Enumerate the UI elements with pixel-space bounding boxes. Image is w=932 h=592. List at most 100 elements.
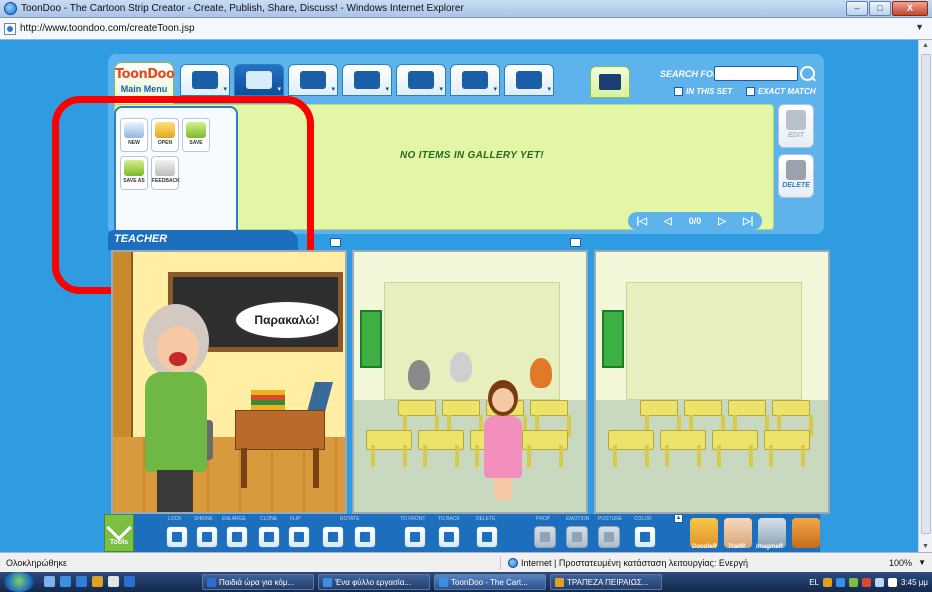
scroll-thumb[interactable]: [921, 54, 931, 534]
search-input[interactable]: [714, 66, 798, 81]
task-item-active[interactable]: ToonDoo - The Cart...: [434, 574, 546, 590]
zoom-dropdown-icon[interactable]: ▼: [918, 558, 926, 567]
clone-button[interactable]: [258, 526, 280, 548]
next-page-icon[interactable]: ▷: [718, 216, 726, 227]
my-characters-icon: [599, 74, 621, 90]
emotion-button[interactable]: [566, 526, 588, 548]
clone-label: CLONE: [260, 516, 278, 522]
edit-button[interactable]: EDIT: [778, 104, 814, 148]
network-icon[interactable]: [874, 577, 884, 587]
tab-speech-bubbles[interactable]: ▾: [342, 64, 392, 96]
tray-icon[interactable]: [835, 577, 845, 587]
new-button[interactable]: NEW: [120, 118, 148, 152]
scroll-down-icon[interactable]: ▼: [922, 543, 929, 550]
in-this-set-option[interactable]: IN THIS SET: [674, 87, 732, 96]
status-text: Ολοκληρώθηκε: [6, 557, 68, 568]
flip-button[interactable]: [288, 526, 310, 548]
doodler-label: DoodleR: [692, 544, 717, 550]
security-zone[interactable]: Internet | Προστατευμένη κατάσταση λειτο…: [508, 557, 748, 568]
open-button[interactable]: OPEN: [151, 118, 179, 152]
toolbar-collapse-toggle[interactable]: ▲: [674, 514, 683, 523]
shrink-button[interactable]: [196, 526, 218, 548]
internet-explorer-icon[interactable]: [76, 576, 87, 587]
first-page-icon[interactable]: |◁: [637, 216, 648, 227]
student-desk: [640, 400, 681, 437]
tab-books[interactable]: ▾: [504, 64, 554, 96]
show-desktop-icon[interactable]: [44, 576, 55, 587]
word-icon[interactable]: [124, 576, 135, 587]
posture-button[interactable]: [598, 526, 620, 548]
delete-tool-button[interactable]: [476, 526, 498, 548]
to-front-button[interactable]: [404, 526, 426, 548]
address-dropdown-icon[interactable]: ▼: [915, 22, 924, 32]
window-titlebar: ToonDoo - The Cartoon Strip Creator - Cr…: [0, 0, 932, 18]
posture-label: POSTURE: [598, 516, 623, 522]
prop-button[interactable]: [534, 526, 556, 548]
feedback-button[interactable]: FEEDBACK: [151, 156, 180, 190]
speech-bubble[interactable]: Παρακαλώ!: [234, 300, 340, 340]
teacher-tab[interactable]: TEACHER: [108, 230, 298, 250]
main-menu-tab[interactable]: ToonDoo Main Menu: [114, 62, 175, 106]
comic-panel-3[interactable]: [594, 250, 830, 514]
minimize-button[interactable]: –: [846, 1, 868, 16]
student-desk: [712, 430, 758, 467]
close-button[interactable]: X: [892, 1, 928, 16]
edit-label: EDIT: [788, 132, 804, 139]
status-bar: Ολοκληρώθηκε Internet | Προστατευμένη κα…: [0, 552, 932, 572]
tab-props[interactable]: ▾: [288, 64, 338, 96]
comic-panel-1[interactable]: Παρακαλώ!: [111, 250, 347, 514]
scroll-up-icon[interactable]: ▲: [922, 42, 929, 49]
firefox-icon[interactable]: [108, 576, 119, 587]
enlarge-button[interactable]: [226, 526, 248, 548]
exact-match-checkbox[interactable]: [746, 87, 755, 96]
rotate-right-button[interactable]: [354, 526, 376, 548]
prev-page-icon[interactable]: ◁: [664, 216, 672, 227]
tray-icon[interactable]: [822, 577, 832, 587]
save-as-button[interactable]: SAVE AS: [120, 156, 148, 190]
dropdown-icon: ▾: [385, 86, 389, 93]
tray-icon[interactable]: [848, 577, 858, 587]
traitr-label: TraitR: [728, 544, 746, 550]
tray-icon[interactable]: [861, 577, 871, 587]
lock-button[interactable]: [166, 526, 188, 548]
switch-windows-icon[interactable]: [60, 576, 71, 587]
start-button[interactable]: [4, 572, 34, 592]
maximize-button[interactable]: □: [869, 1, 891, 16]
zoom-level[interactable]: 100%: [889, 558, 912, 568]
tab-backgrounds[interactable]: ▾: [234, 64, 284, 96]
url-text[interactable]: http://www.toondoo.com/createToon.jsp: [20, 23, 195, 34]
tab-my-characters[interactable]: [590, 66, 630, 98]
vertical-scrollbar[interactable]: ▲ ▼: [918, 40, 932, 552]
task-item[interactable]: Ένα φύλλο εργασία...: [318, 574, 430, 590]
box-icon[interactable]: [792, 518, 820, 548]
search-icon[interactable]: [800, 66, 815, 81]
in-this-set-checkbox[interactable]: [674, 87, 683, 96]
task-item[interactable]: Παιδιά ώρα για κόμ...: [202, 574, 314, 590]
last-page-icon[interactable]: ▷|: [743, 216, 754, 227]
clock[interactable]: 3:45 μμ: [901, 578, 928, 587]
student-desk: [366, 430, 412, 467]
address-bar[interactable]: http://www.toondoo.com/createToon.jsp ▼: [0, 18, 932, 40]
tools-button[interactable]: Tools: [104, 514, 134, 552]
chrome-icon[interactable]: [92, 576, 103, 587]
comic-panel-2[interactable]: [352, 250, 588, 514]
volume-icon[interactable]: [887, 577, 897, 587]
tab-characters[interactable]: ▾: [180, 64, 230, 96]
rotate-left-button[interactable]: [322, 526, 344, 548]
tab-scenes[interactable]: ▾: [396, 64, 446, 96]
language-indicator[interactable]: EL: [809, 578, 819, 587]
save-label: SAVE: [189, 140, 203, 146]
word-icon: [207, 577, 216, 587]
panel2-minimize-toggle[interactable]: [570, 238, 581, 247]
shrink-label: SHRINK: [194, 516, 213, 522]
tab-special-effects[interactable]: ▾: [450, 64, 500, 96]
dropdown-icon: ▾: [493, 86, 497, 93]
to-back-button[interactable]: [438, 526, 460, 548]
save-button[interactable]: SAVE: [182, 118, 210, 152]
exact-match-option[interactable]: EXACT MATCH: [746, 87, 816, 96]
color-button[interactable]: [634, 526, 656, 548]
delete-button[interactable]: DELETE: [778, 154, 814, 198]
task-item[interactable]: ΤΡΑΠΕΖΑ ΠΕΙΡΑΙΩΣ...: [550, 574, 662, 590]
panel1-minimize-toggle[interactable]: [330, 238, 341, 247]
student-desk: [530, 400, 571, 437]
